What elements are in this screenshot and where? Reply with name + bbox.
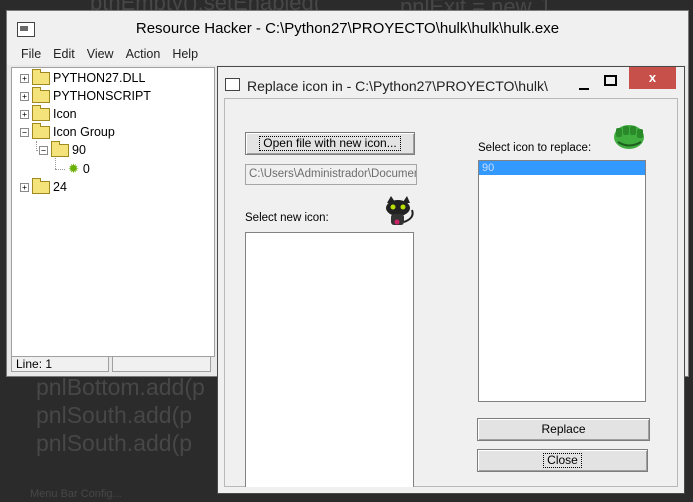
close-button-label: Close [543,453,582,468]
menu-bar: File Edit View Action Help [7,45,688,65]
app-icon [225,78,240,91]
resource-tree[interactable]: + PYTHON27.DLL + PYTHONSCRIPT + Icon − I… [11,67,215,357]
tree-item-label: PYTHONSCRIPT [53,89,151,103]
tree-item[interactable]: − Icon Group [20,122,115,140]
select-icon-to-replace-label: Select icon to replace: [478,142,592,154]
expand-icon[interactable]: + [20,73,29,83]
expand-icon[interactable]: + [20,109,29,119]
expand-icon[interactable]: + [20,91,29,101]
background-code-3: pnlBottom.add(p [36,374,205,400]
folder-icon [32,104,50,121]
folder-icon [32,68,50,85]
collapse-icon[interactable]: − [39,145,48,155]
dialog-body: Open file with new icon... C:\Users\Admi… [224,98,678,487]
menu-action[interactable]: Action [120,45,167,65]
tree-item-label: 24 [53,180,67,194]
tree-item-label: Icon Group [53,125,115,139]
close-button[interactable]: Close [477,449,648,472]
tree-item[interactable]: ✹ 0 [68,161,90,177]
collapse-icon[interactable]: − [20,127,29,137]
new-icon-list[interactable] [245,232,414,487]
open-folder-icon [51,140,69,157]
close-window-button[interactable]: x [629,67,676,89]
tree-item[interactable]: + PYTHONSCRIPT [20,86,151,104]
tree-item-label: Icon [53,107,77,121]
app-icon [17,22,35,37]
tree-item[interactable]: + PYTHON27.DLL [20,68,146,86]
menu-file[interactable]: File [15,45,47,65]
tree-item[interactable]: − 90 [39,140,86,158]
maximize-icon [603,75,617,86]
replace-button[interactable]: Replace [477,418,650,441]
dialog-title: Replace icon in - C:\Python27\PROYECTO\h… [247,78,548,94]
open-folder-icon [32,122,50,139]
menu-view[interactable]: View [81,45,120,65]
gear-icon: ✹ [68,161,79,176]
maximize-button[interactable] [596,69,624,91]
replace-icon-dialog: Replace icon in - C:\Python27\PROYECTO\h… [217,66,685,494]
tree-item[interactable]: + Icon [20,104,77,122]
background-code-6: Menu Bar Config... [30,488,122,500]
hulk-fist-icon [614,125,644,149]
file-path-field[interactable]: C:\Users\Administrador\Documents [245,164,417,185]
tree-item-label: PYTHON27.DLL [53,71,146,85]
select-new-icon-label: Select new icon: [245,212,329,224]
folder-icon [32,86,50,103]
replace-icon-list[interactable]: 90 [478,160,646,402]
folder-icon [32,177,50,194]
dialog-title-bar[interactable]: Replace icon in - C:\Python27\PROYECTO\h… [218,67,684,97]
menu-help[interactable]: Help [166,45,204,65]
main-title-bar[interactable]: Resource Hacker - C:\Python27\PROYECTO\h… [7,11,688,45]
tree-item-label: 90 [72,143,86,157]
background-code-5: pnlSouth.add(p [36,430,193,456]
background-code-4: pnlSouth.add(p [36,402,193,428]
menu-edit[interactable]: Edit [47,45,81,65]
status-cell [112,356,211,372]
expand-icon[interactable]: + [20,182,29,192]
tree-item[interactable]: + 24 [20,177,67,195]
open-file-button[interactable]: Open file with new icon... [245,132,415,155]
minimize-button[interactable] [579,79,589,90]
open-file-button-label: Open file with new icon... [259,136,401,151]
main-window-title: Resource Hacker - C:\Python27\PROYECTO\h… [135,20,560,37]
list-item[interactable]: 90 [479,161,645,175]
tree-item-label: 0 [82,162,90,176]
status-line: Line: 1 [11,356,109,372]
cat-icon [386,196,414,225]
